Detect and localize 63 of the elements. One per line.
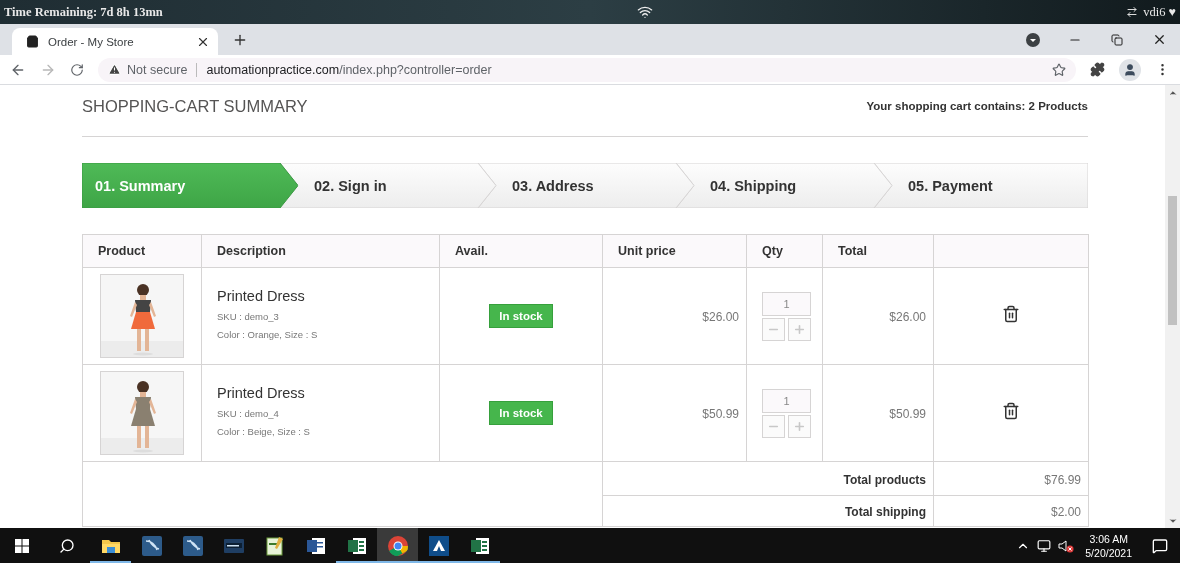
stock-label: In stock — [489, 401, 553, 425]
muted-speaker-icon[interactable] — [1058, 538, 1075, 553]
total-value: $76.99 — [1044, 472, 1081, 487]
delete-icon[interactable] — [1002, 402, 1020, 420]
scroll-thumb[interactable] — [1168, 196, 1177, 325]
tab-title: Order - My Store — [48, 35, 135, 48]
unit-price: $26.00 — [702, 310, 739, 324]
qty-field[interactable]: 1 — [762, 388, 811, 413]
product-attributes: Color : Orange, Size : S — [217, 328, 319, 342]
total-label: Total shipping — [844, 505, 926, 519]
notepad-icon — [263, 534, 286, 557]
warning-icon — [108, 63, 121, 76]
column-header: Avail. — [439, 234, 603, 268]
checkout-step: 03. Address — [478, 163, 694, 208]
checkout-step: 05. Payment — [874, 163, 1088, 208]
checkout-step: 04. Shipping — [676, 163, 892, 208]
restore-icon[interactable] — [1111, 33, 1123, 46]
scrollbar[interactable] — [1165, 85, 1180, 528]
row-total: $50.99 — [889, 407, 926, 421]
plus-icon — [793, 322, 806, 336]
security-label: Not secure — [127, 62, 188, 77]
product-sku: SKU : demo_4 — [217, 407, 280, 421]
time-remaining: Time Remaining: 7d 8h 13mn — [4, 4, 163, 20]
wifi-icon — [636, 4, 653, 20]
product-name[interactable]: Printed Dress — [217, 288, 424, 304]
connection-icon — [1126, 6, 1139, 18]
reload-icon[interactable] — [70, 62, 84, 77]
network-icon[interactable] — [1037, 538, 1052, 553]
unit-price: $50.99 — [702, 407, 739, 421]
profile-icon[interactable] — [1119, 58, 1141, 81]
column-header: Description — [201, 234, 440, 268]
total-value: $2.00 — [1050, 505, 1081, 519]
user-name: vdi6 ♥ — [1143, 4, 1176, 20]
clock-time[interactable]: 3:06 AM — [1089, 531, 1128, 546]
clock-date[interactable]: 5/20/2021 — [1085, 545, 1132, 560]
browser-icon — [386, 534, 409, 557]
bookmark-star-icon[interactable] — [1052, 62, 1066, 77]
column-header: Unit price — [602, 234, 747, 268]
checkout-step: 02. Sign in — [280, 163, 496, 208]
tab-search-icon[interactable] — [1026, 32, 1040, 47]
stock-label: In stock — [489, 304, 553, 328]
puzzle-icon[interactable] — [1090, 62, 1105, 77]
page-heading: SHOPPING-CART SUMMARY — [82, 96, 308, 117]
url-text: automationpractice.com/index.php?controller=order — [206, 62, 492, 77]
delete-icon[interactable] — [1002, 305, 1020, 323]
product-sku: SKU : demo_3 — [217, 310, 280, 324]
browser-tab[interactable]: Order - My Store — [12, 28, 218, 55]
checkout-step: 01. Summary — [82, 163, 298, 208]
column-header: Total — [822, 234, 934, 268]
column-header: Product — [82, 234, 202, 268]
product-attributes: Color : Beige, Size : S — [217, 425, 311, 439]
product-name[interactable]: Printed Dress — [217, 385, 424, 401]
search-icon[interactable] — [59, 537, 75, 554]
column-header: Qty — [746, 234, 823, 268]
total-label: Total products — [843, 472, 926, 487]
address-field[interactable]: Not secure automationpractice.com/index.php?controller=order — [98, 57, 1076, 82]
taskbar-app[interactable] — [377, 528, 418, 563]
row-total: $26.00 — [889, 310, 926, 324]
windows-logo-icon[interactable] — [15, 538, 29, 553]
plus-icon — [793, 419, 806, 433]
qty-field[interactable]: 1 — [762, 291, 811, 316]
cart-count: Your shopping cart contains: 2 Products — [866, 100, 1088, 112]
notifications-icon[interactable] — [1152, 537, 1168, 554]
